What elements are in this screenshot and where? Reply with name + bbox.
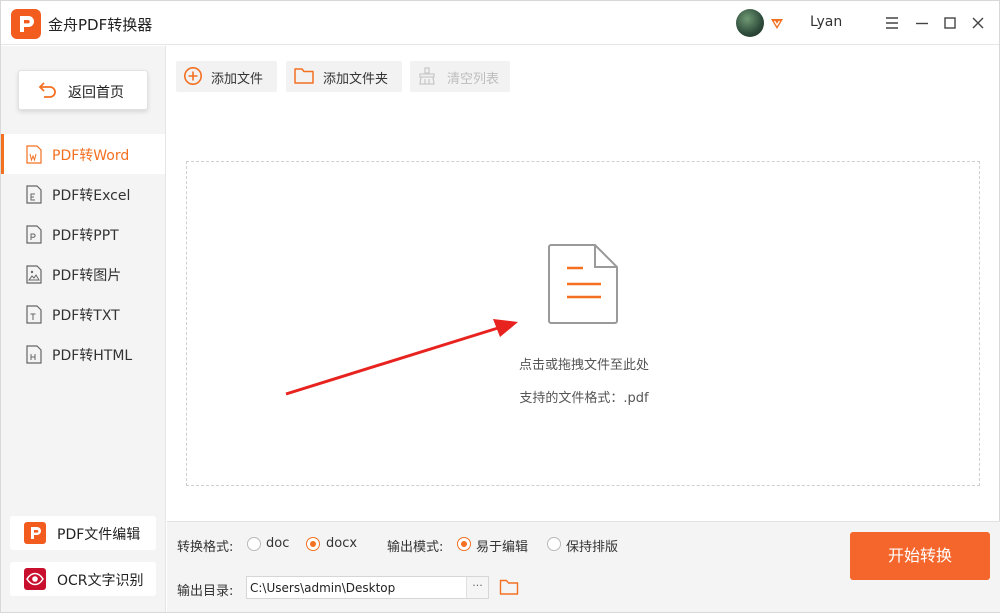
maximize-icon[interactable] — [938, 11, 962, 35]
ocr-eye-icon — [24, 568, 46, 594]
broom-icon — [417, 66, 437, 90]
add-file-button[interactable]: 添加文件 — [176, 61, 277, 92]
drop-hint: 点击或拖拽文件至此处 — [518, 358, 649, 373]
sidebar-item-label: PDF转Word — [52, 148, 130, 164]
vip-badge-icon[interactable] — [770, 16, 784, 30]
sidebar-item-label: PDF转HTML — [52, 348, 133, 364]
radio-doc[interactable] — [247, 537, 261, 551]
menu-icon[interactable] — [880, 11, 904, 35]
format-label: 转换格式: — [177, 540, 234, 555]
pdf-edit-icon — [24, 522, 46, 548]
ocr-label: OCR文字识别 — [57, 573, 144, 589]
pdf-edit-button[interactable]: PDF文件编辑 — [10, 516, 156, 550]
back-arrow-icon — [38, 81, 58, 103]
radio-doc-label[interactable]: doc — [266, 536, 289, 551]
clear-list-button[interactable]: 清空列表 — [410, 61, 510, 92]
radio-keep-layout[interactable] — [547, 537, 561, 551]
app-logo-icon — [11, 9, 41, 39]
radio-docx-label[interactable]: docx — [326, 536, 357, 551]
title-bar: 金舟PDF转换器 Lyan — [1, 1, 999, 45]
minimize-icon[interactable] — [910, 11, 934, 35]
output-dir-label: 输出目录: — [177, 584, 234, 599]
sidebar-item-pdf-to-image[interactable]: PDF转图片 — [1, 254, 165, 294]
sidebar-item-pdf-to-word[interactable]: PDF转Word — [1, 134, 165, 174]
word-file-icon — [25, 145, 43, 168]
add-file-label: 添加文件 — [211, 72, 264, 87]
document-icon — [547, 242, 621, 330]
mode-label: 输出模式: — [387, 540, 444, 555]
home-button[interactable]: 返回首页 — [18, 70, 148, 110]
radio-easy-edit-label[interactable]: 易于编辑 — [476, 536, 528, 555]
file-drop-zone[interactable]: 点击或拖拽文件至此处 支持的文件格式：.pdf — [186, 161, 980, 486]
radio-docx[interactable] — [306, 537, 320, 551]
app-title: 金舟PDF转换器 — [48, 16, 153, 34]
excel-file-icon — [25, 185, 43, 208]
sidebar: 返回首页 PDF转Word PDF转Excel PDF转PPT PDF转图片 P… — [1, 46, 166, 612]
sidebar-item-pdf-to-ppt[interactable]: PDF转PPT — [1, 214, 165, 254]
close-icon[interactable] — [966, 11, 990, 35]
sidebar-item-label: PDF转TXT — [52, 308, 120, 324]
ppt-file-icon — [25, 225, 43, 248]
sidebar-item-pdf-to-excel[interactable]: PDF转Excel — [1, 174, 165, 214]
radio-easy-edit[interactable] — [457, 537, 471, 551]
sidebar-item-pdf-to-html[interactable]: PDF转HTML — [1, 334, 165, 374]
start-convert-button[interactable]: 开始转换 — [850, 532, 990, 580]
browse-path-button[interactable]: ··· — [466, 576, 489, 599]
sidebar-item-label: PDF转PPT — [52, 228, 119, 244]
html-file-icon — [25, 345, 43, 368]
txt-file-icon — [25, 305, 43, 328]
radio-keep-layout-label[interactable]: 保持排版 — [566, 536, 618, 555]
add-folder-button[interactable]: 添加文件夹 — [286, 61, 402, 92]
username[interactable]: Lyan — [810, 14, 842, 30]
sidebar-item-label: PDF转图片 — [52, 268, 122, 284]
output-path-input[interactable]: C:\Users\admin\Desktop — [246, 576, 489, 599]
app-window: 金舟PDF转换器 Lyan 返回首页 PDF转Word PDF转Excel PD… — [0, 0, 1000, 613]
supported-formats: 支持的文件格式：.pdf — [519, 391, 649, 406]
sidebar-item-label: PDF转Excel — [52, 188, 131, 204]
home-button-label: 返回首页 — [68, 85, 124, 101]
add-folder-label: 添加文件夹 — [323, 72, 389, 87]
folder-icon — [293, 66, 315, 90]
clear-list-label: 清空列表 — [447, 72, 500, 87]
sidebar-item-pdf-to-txt[interactable]: PDF转TXT — [1, 294, 165, 334]
add-circle-icon — [183, 66, 203, 90]
pdf-edit-label: PDF文件编辑 — [57, 527, 141, 543]
open-folder-icon[interactable] — [499, 578, 519, 600]
image-file-icon — [25, 265, 43, 288]
ocr-button[interactable]: OCR文字识别 — [10, 562, 156, 596]
user-avatar[interactable] — [736, 9, 764, 37]
